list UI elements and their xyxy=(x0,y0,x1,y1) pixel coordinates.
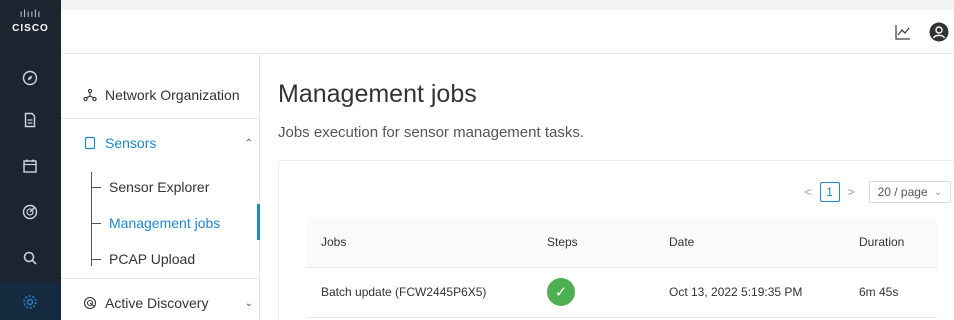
document-icon[interactable] xyxy=(18,108,42,132)
sensor-icon xyxy=(84,136,96,150)
network-icon xyxy=(83,88,97,102)
column-header-date[interactable]: Date xyxy=(655,217,845,268)
chevron-up-icon: ⌃ xyxy=(244,137,253,149)
success-check-icon[interactable]: ✓ xyxy=(547,278,575,306)
calendar-icon[interactable] xyxy=(18,154,42,178)
nav-pcap-upload[interactable]: PCAP Upload xyxy=(91,251,195,267)
nav-sensor-explorer[interactable]: Sensor Explorer xyxy=(91,179,209,195)
nav-management-jobs-label: Management jobs xyxy=(109,215,221,231)
next-page-button[interactable]: > xyxy=(848,185,855,199)
icon-rail: ılıılı CISCO xyxy=(0,0,61,320)
page-subtitle: Jobs execution for sensor management tas… xyxy=(278,124,584,141)
cisco-logo-text: CISCO xyxy=(12,23,49,34)
duration-cell: 6m 45s xyxy=(845,267,937,318)
chevron-down-icon: ⌄ xyxy=(244,297,253,309)
jobs-table: Jobs Steps Date Duration Batch update (F… xyxy=(307,217,937,318)
jobs-card: < 1 > 20 / page ⌄ Jobs Steps Date Durati… xyxy=(278,160,954,320)
nav-sensors[interactable]: Sensors ⌃ xyxy=(83,135,253,151)
chevron-down-icon: ⌄ xyxy=(933,186,942,198)
search-icon[interactable] xyxy=(18,246,42,270)
user-icon[interactable] xyxy=(927,20,951,44)
main-content: Management jobs Jobs execution for senso… xyxy=(260,54,954,320)
side-navigation: Network Organization Sensors ⌃ Sensor Ex… xyxy=(61,54,260,320)
divider xyxy=(61,278,260,279)
chart-icon[interactable] xyxy=(891,20,915,44)
date-cell: Oct 13, 2022 5:19:35 PM xyxy=(655,267,845,318)
prev-page-button[interactable]: < xyxy=(805,185,812,199)
job-name-cell: Batch update (FCW2445P6X5) xyxy=(307,267,533,318)
page-1-button[interactable]: 1 xyxy=(819,182,840,202)
page-size-value: 20 / page xyxy=(877,185,928,199)
column-header-duration[interactable]: Duration xyxy=(845,217,937,268)
divider xyxy=(61,118,260,119)
cisco-logo[interactable]: ılıılı CISCO xyxy=(0,10,61,48)
cisco-logo-bars: ılıılı xyxy=(19,9,42,20)
nav-sensor-explorer-label: Sensor Explorer xyxy=(109,179,210,195)
nav-sensors-label: Sensors xyxy=(105,135,157,151)
radar-icon[interactable] xyxy=(18,200,42,224)
nav-network-organization[interactable]: Network Organization xyxy=(83,87,240,103)
table-header-row: Jobs Steps Date Duration xyxy=(307,217,937,268)
discovery-icon xyxy=(83,296,97,310)
page-title: Management jobs xyxy=(278,80,477,108)
nav-active-discovery[interactable]: Active Discovery ⌄ xyxy=(83,295,253,311)
pagination: < 1 > 20 / page ⌄ xyxy=(797,181,951,203)
table-row[interactable]: Batch update (FCW2445P6X5) ✓ Oct 13, 202… xyxy=(307,267,937,318)
nav-pcap-upload-label: PCAP Upload xyxy=(109,251,196,267)
nav-network-organization-label: Network Organization xyxy=(105,87,240,103)
column-header-jobs[interactable]: Jobs xyxy=(307,217,533,268)
nav-active-discovery-label: Active Discovery xyxy=(105,295,209,311)
top-bar xyxy=(61,0,954,54)
compass-icon[interactable] xyxy=(18,66,42,90)
steps-cell: ✓ xyxy=(533,267,655,318)
nav-management-jobs[interactable]: Management jobs xyxy=(91,215,220,231)
column-header-steps[interactable]: Steps xyxy=(533,217,655,268)
page-size-select[interactable]: 20 / page ⌄ xyxy=(868,181,951,203)
gear-icon[interactable] xyxy=(18,290,42,314)
